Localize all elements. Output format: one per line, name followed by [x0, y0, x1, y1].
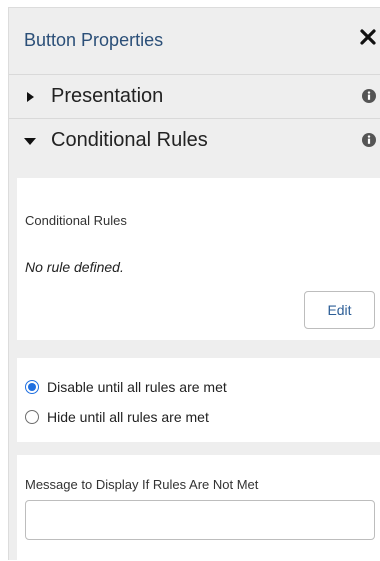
option-hide-label: Hide until all rules are met	[47, 409, 209, 425]
message-label: Message to Display If Rules Are Not Met	[25, 477, 259, 492]
caret-down-icon	[23, 134, 37, 148]
info-icon[interactable]	[361, 132, 377, 148]
no-rule-text: No rule defined.	[25, 259, 124, 275]
section-presentation-label: Presentation	[51, 85, 164, 107]
message-input[interactable]	[25, 500, 375, 540]
close-icon[interactable]	[359, 28, 377, 46]
caret-right-icon	[23, 90, 37, 104]
conditional-rules-card: Conditional Rules No rule defined. Edit	[17, 178, 380, 340]
section-conditional-rules-label: Conditional Rules	[51, 129, 208, 151]
panel-header: Button Properties	[9, 8, 380, 75]
edit-rules-button[interactable]: Edit	[304, 291, 375, 329]
radio-disable[interactable]	[25, 380, 39, 394]
message-card: Message to Display If Rules Are Not Met	[17, 455, 380, 561]
button-properties-panel: Button Properties Presentation Condition…	[8, 7, 380, 561]
option-disable-label: Disable until all rules are met	[47, 379, 227, 395]
section-presentation[interactable]: Presentation	[9, 75, 380, 119]
panel-title: Button Properties	[24, 30, 164, 50]
rules-card-title: Conditional Rules	[25, 213, 127, 228]
rule-behavior-options: Disable until all rules are met Hide unt…	[17, 358, 380, 442]
section-conditional-rules[interactable]: Conditional Rules	[9, 119, 380, 163]
info-icon[interactable]	[361, 88, 377, 104]
radio-hide[interactable]	[25, 410, 39, 424]
